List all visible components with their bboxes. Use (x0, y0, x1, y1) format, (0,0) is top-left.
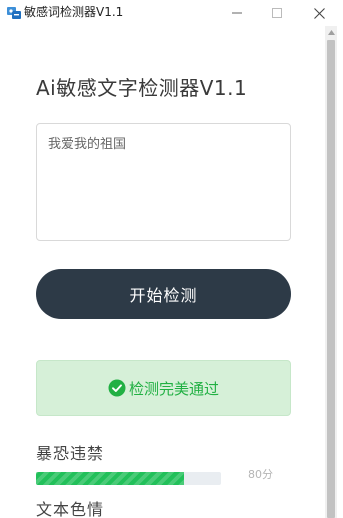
scroll-up-arrow-icon[interactable] (325, 26, 337, 38)
window-title: 敏感词检测器V1.1 (24, 5, 124, 19)
close-button[interactable] (302, 0, 336, 26)
scroll-thumb[interactable] (327, 40, 335, 518)
maximize-button[interactable] (260, 0, 294, 26)
result-banner: 检测完美通过 (36, 360, 291, 416)
result-message: 检测完美通过 (128, 379, 219, 398)
app-window: 敏感词检测器V1.1 Ai敏感文字检测器V1.1 我爱我的祖国 开始检测 检测完… (0, 0, 343, 518)
app-logo-icon (6, 5, 22, 21)
category-score: 80分 (248, 468, 273, 481)
app-heading: Ai敏感文字检测器V1.1 (36, 76, 248, 100)
start-detect-label: 开始检测 (129, 286, 198, 305)
category-progress-fill (36, 472, 184, 485)
start-detect-button[interactable]: 开始检测 (36, 269, 291, 319)
minimize-icon (232, 12, 242, 14)
text-input[interactable] (36, 123, 291, 241)
title-bar: 敏感词检测器V1.1 (0, 0, 343, 26)
minimize-button[interactable] (220, 0, 254, 26)
category-label: 暴恐违禁 (36, 444, 105, 463)
check-circle-icon (108, 379, 126, 397)
vertical-scrollbar[interactable] (325, 26, 337, 518)
maximize-icon (272, 8, 282, 18)
close-icon (313, 7, 325, 19)
category-progress-bar (36, 472, 221, 485)
category-label: 文本色情 (36, 500, 105, 518)
